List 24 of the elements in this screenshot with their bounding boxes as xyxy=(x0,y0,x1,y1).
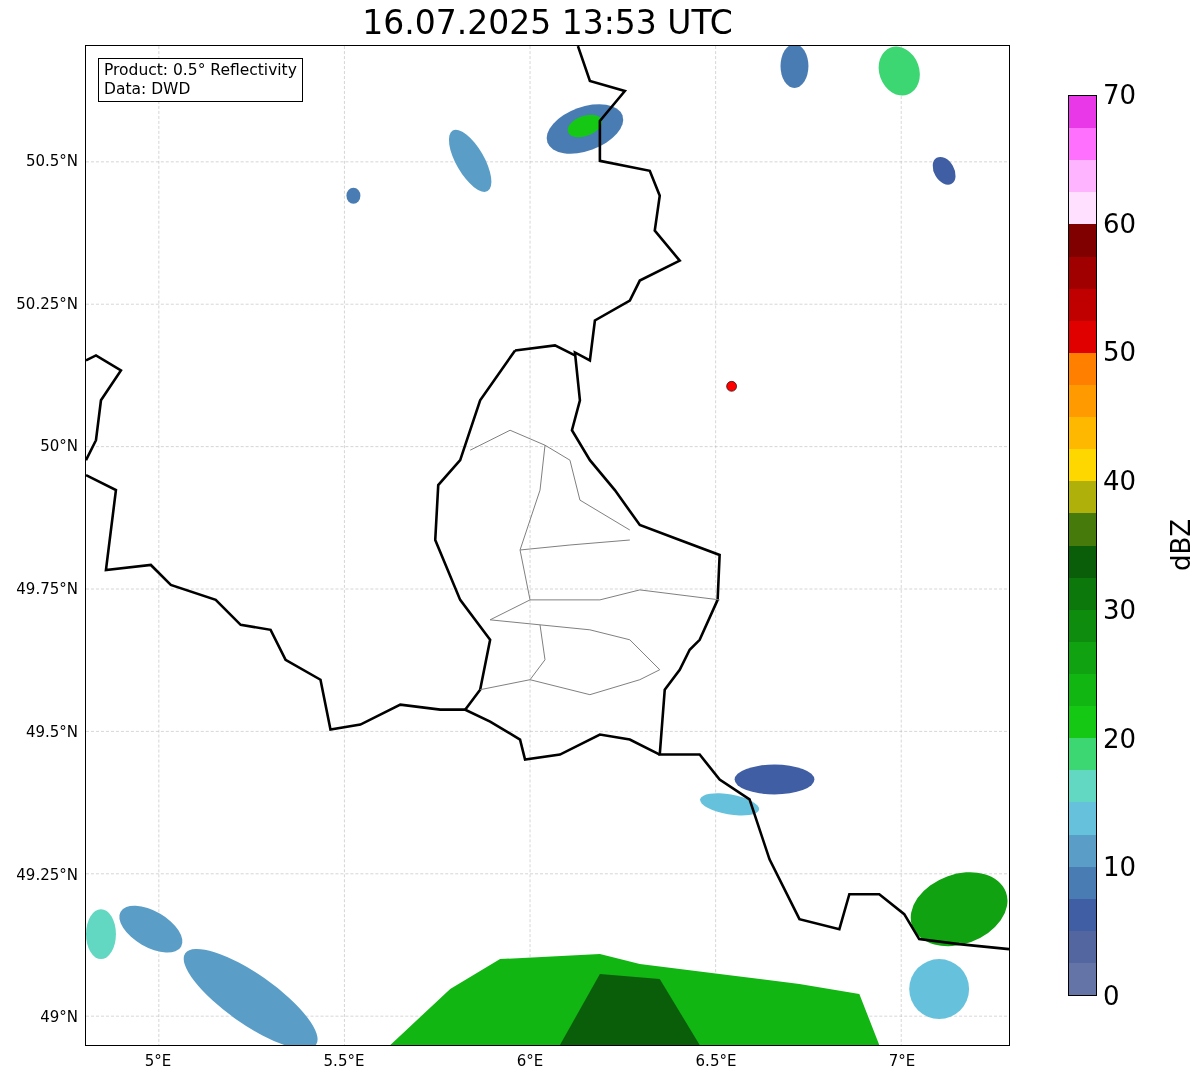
chart-title: 16.07.2025 13:53 UTC xyxy=(361,2,734,44)
info-text: Data: DWD xyxy=(104,80,192,99)
latitude-label: 50.5°N xyxy=(25,150,78,172)
colorbar-tick-label: 0 xyxy=(1103,983,1120,1009)
latitude-label: 50.25°N xyxy=(16,293,78,315)
longitude-label: 7°E xyxy=(888,1051,916,1072)
colorbar-tick-label: 10 xyxy=(1103,854,1137,881)
colorbar-tick-label: 50 xyxy=(1103,339,1137,366)
latitude-label: 49.75°N xyxy=(16,578,78,600)
colorbar-tick-label: 60 xyxy=(1103,210,1137,237)
info-text: Product: 0.5° Reflectivity xyxy=(104,61,297,80)
colorbar-label: dBZ xyxy=(1168,518,1194,572)
latitude-label: 50°N xyxy=(40,436,78,458)
colorbar-tick-label: 20 xyxy=(1103,725,1137,752)
longitude-label: 6°E xyxy=(516,1051,544,1072)
latitude-label: 49.5°N xyxy=(25,721,78,743)
latitude-label: 49.25°N xyxy=(16,864,78,886)
colorbar-tick-label: 40 xyxy=(1103,468,1137,495)
colorbar-tick-label: 30 xyxy=(1103,596,1137,623)
latitude-label: 49°N xyxy=(40,1006,78,1028)
longitude-label: 5.5°E xyxy=(323,1051,365,1072)
colorbar-tick-label: 70 xyxy=(1103,82,1137,108)
longitude-label: 6.5°E xyxy=(695,1051,737,1072)
longitude-label: 5°E xyxy=(144,1051,172,1072)
